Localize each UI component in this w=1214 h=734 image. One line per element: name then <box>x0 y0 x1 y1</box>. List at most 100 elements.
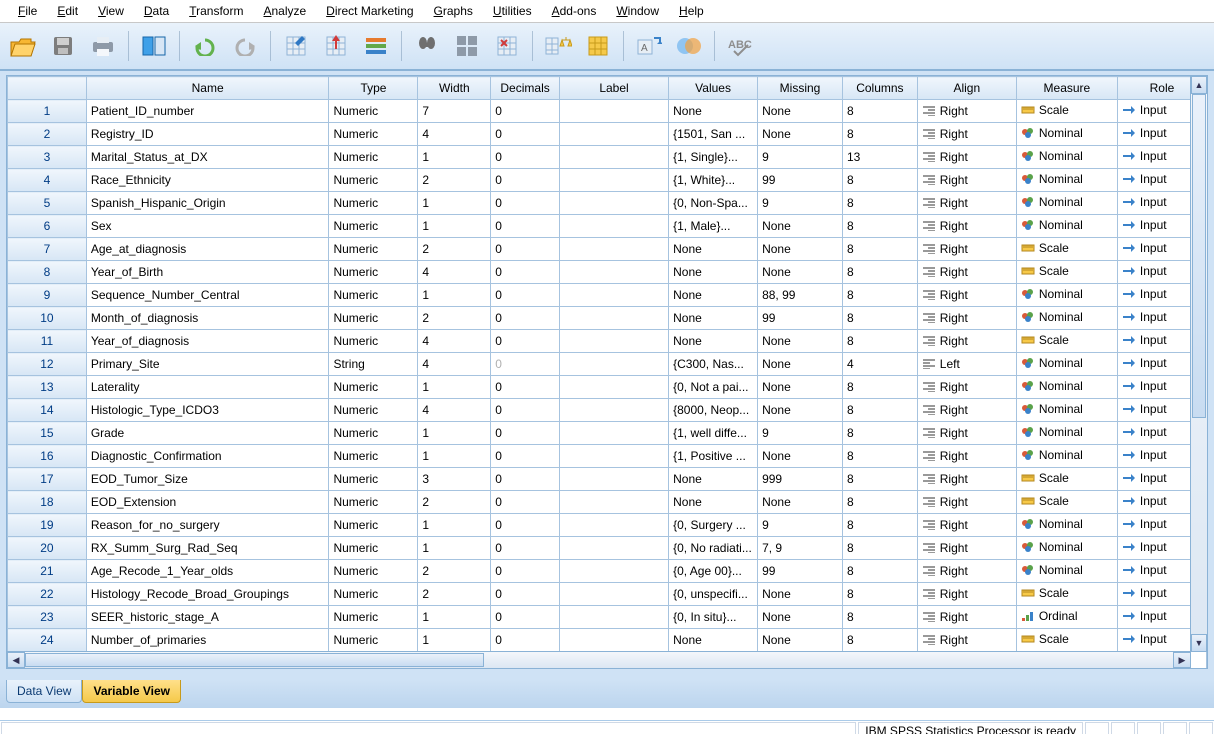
row-number[interactable]: 6 <box>8 215 87 238</box>
cell-name[interactable]: Year_of_diagnosis <box>86 330 329 353</box>
cell-columns[interactable]: 8 <box>842 330 917 353</box>
cell-missing[interactable]: 7, 9 <box>758 537 843 560</box>
menu-file[interactable]: File <box>8 4 47 18</box>
cell-name[interactable]: Histology_Recode_Broad_Groupings <box>86 583 329 606</box>
variable-row[interactable]: 23SEER_historic_stage_ANumeric10{0, In s… <box>8 606 1207 629</box>
cell-columns[interactable]: 8 <box>842 307 917 330</box>
cell-label[interactable] <box>559 606 668 629</box>
cell-measure[interactable]: Nominal <box>1016 399 1117 422</box>
scroll-left-button[interactable]: ◀ <box>7 652 25 668</box>
cell-name[interactable]: Spanish_Hispanic_Origin <box>86 192 329 215</box>
row-number[interactable]: 15 <box>8 422 87 445</box>
cell-values[interactable]: None <box>669 284 758 307</box>
cell-width[interactable]: 1 <box>418 376 491 399</box>
cell-missing[interactable]: 9 <box>758 514 843 537</box>
cell-columns[interactable]: 8 <box>842 422 917 445</box>
variable-row[interactable]: 20RX_Summ_Surg_Rad_SeqNumeric10{0, No ra… <box>8 537 1207 560</box>
cell-missing[interactable]: None <box>758 445 843 468</box>
cell-align[interactable]: Right <box>917 261 1016 284</box>
cell-width[interactable]: 1 <box>418 514 491 537</box>
cell-align[interactable]: Right <box>917 468 1016 491</box>
cell-missing[interactable]: None <box>758 629 843 652</box>
cell-align[interactable]: Right <box>917 376 1016 399</box>
cell-type[interactable]: Numeric <box>329 422 418 445</box>
cell-decimals[interactable]: 0 <box>491 468 560 491</box>
cell-align[interactable]: Right <box>917 606 1016 629</box>
variable-row[interactable]: 2Registry_IDNumeric40{1501, San ...None8… <box>8 123 1207 146</box>
variable-row[interactable]: 1Patient_ID_numberNumeric70NoneNone8 Rig… <box>8 100 1207 123</box>
cell-align[interactable]: Right <box>917 399 1016 422</box>
row-number[interactable]: 2 <box>8 123 87 146</box>
menu-graphs[interactable]: Graphs <box>424 4 483 18</box>
variable-row[interactable]: 9Sequence_Number_CentralNumeric10None88,… <box>8 284 1207 307</box>
cell-missing[interactable]: None <box>758 100 843 123</box>
cell-columns[interactable]: 8 <box>842 399 917 422</box>
cell-measure[interactable]: Nominal <box>1016 422 1117 445</box>
cell-values[interactable]: None <box>669 100 758 123</box>
cell-decimals[interactable]: 0 <box>491 491 560 514</box>
cell-label[interactable] <box>559 215 668 238</box>
cell-measure[interactable]: Scale <box>1016 468 1117 491</box>
cell-type[interactable]: Numeric <box>329 445 418 468</box>
cell-width[interactable]: 4 <box>418 123 491 146</box>
cell-decimals[interactable]: 0 <box>491 422 560 445</box>
cell-columns[interactable]: 13 <box>842 146 917 169</box>
cell-name[interactable]: Registry_ID <box>86 123 329 146</box>
cell-type[interactable]: Numeric <box>329 100 418 123</box>
select-cases-button[interactable] <box>492 31 522 61</box>
cell-align[interactable]: Right <box>917 307 1016 330</box>
cell-name[interactable]: Race_Ethnicity <box>86 169 329 192</box>
variables-button[interactable] <box>361 31 391 61</box>
cell-width[interactable]: 1 <box>418 215 491 238</box>
cell-measure[interactable]: Nominal <box>1016 307 1117 330</box>
variable-grid[interactable]: NameTypeWidthDecimalsLabelValuesMissingC… <box>6 75 1208 669</box>
cell-values[interactable]: {0, unspecifi... <box>669 583 758 606</box>
row-number[interactable]: 1 <box>8 100 87 123</box>
menu-window[interactable]: Window <box>606 4 669 18</box>
variable-row[interactable]: 3Marital_Status_at_DXNumeric10{1, Single… <box>8 146 1207 169</box>
cell-missing[interactable]: 99 <box>758 307 843 330</box>
variable-row[interactable]: 18EOD_ExtensionNumeric20NoneNone8 Right … <box>8 491 1207 514</box>
cell-values[interactable]: {1, well diffe... <box>669 422 758 445</box>
cell-missing[interactable]: 999 <box>758 468 843 491</box>
cell-columns[interactable]: 8 <box>842 238 917 261</box>
row-number[interactable]: 19 <box>8 514 87 537</box>
cell-values[interactable]: None <box>669 261 758 284</box>
cell-label[interactable] <box>559 514 668 537</box>
column-header-decimals[interactable]: Decimals <box>491 77 560 100</box>
cell-name[interactable]: Age_at_diagnosis <box>86 238 329 261</box>
cell-missing[interactable]: 88, 99 <box>758 284 843 307</box>
cell-width[interactable]: 2 <box>418 307 491 330</box>
cell-missing[interactable]: None <box>758 330 843 353</box>
cell-measure[interactable]: Nominal <box>1016 353 1117 376</box>
cell-align[interactable]: Right <box>917 514 1016 537</box>
cell-values[interactable]: {0, Surgery ... <box>669 514 758 537</box>
column-header-missing[interactable]: Missing <box>758 77 843 100</box>
column-header-label[interactable]: Label <box>559 77 668 100</box>
cell-missing[interactable]: None <box>758 583 843 606</box>
cell-measure[interactable]: Nominal <box>1016 146 1117 169</box>
cell-label[interactable] <box>559 560 668 583</box>
cell-columns[interactable]: 8 <box>842 261 917 284</box>
cell-type[interactable]: Numeric <box>329 169 418 192</box>
cell-measure[interactable]: Nominal <box>1016 514 1117 537</box>
cell-name[interactable]: Reason_for_no_surgery <box>86 514 329 537</box>
cell-label[interactable] <box>559 399 668 422</box>
row-number[interactable]: 5 <box>8 192 87 215</box>
cell-values[interactable]: {8000, Neop... <box>669 399 758 422</box>
cell-label[interactable] <box>559 491 668 514</box>
column-header-width[interactable]: Width <box>418 77 491 100</box>
cell-columns[interactable]: 8 <box>842 215 917 238</box>
cell-missing[interactable]: None <box>758 238 843 261</box>
cell-missing[interactable]: None <box>758 376 843 399</box>
cell-label[interactable] <box>559 353 668 376</box>
variable-row[interactable]: 19Reason_for_no_surgeryNumeric10{0, Surg… <box>8 514 1207 537</box>
cell-decimals[interactable]: 0 <box>491 284 560 307</box>
row-number[interactable]: 24 <box>8 629 87 652</box>
cell-type[interactable]: Numeric <box>329 514 418 537</box>
undo-button[interactable] <box>190 31 220 61</box>
cell-align[interactable]: Right <box>917 422 1016 445</box>
row-number[interactable]: 18 <box>8 491 87 514</box>
cell-align[interactable]: Right <box>917 560 1016 583</box>
cell-values[interactable]: {1, Male}... <box>669 215 758 238</box>
